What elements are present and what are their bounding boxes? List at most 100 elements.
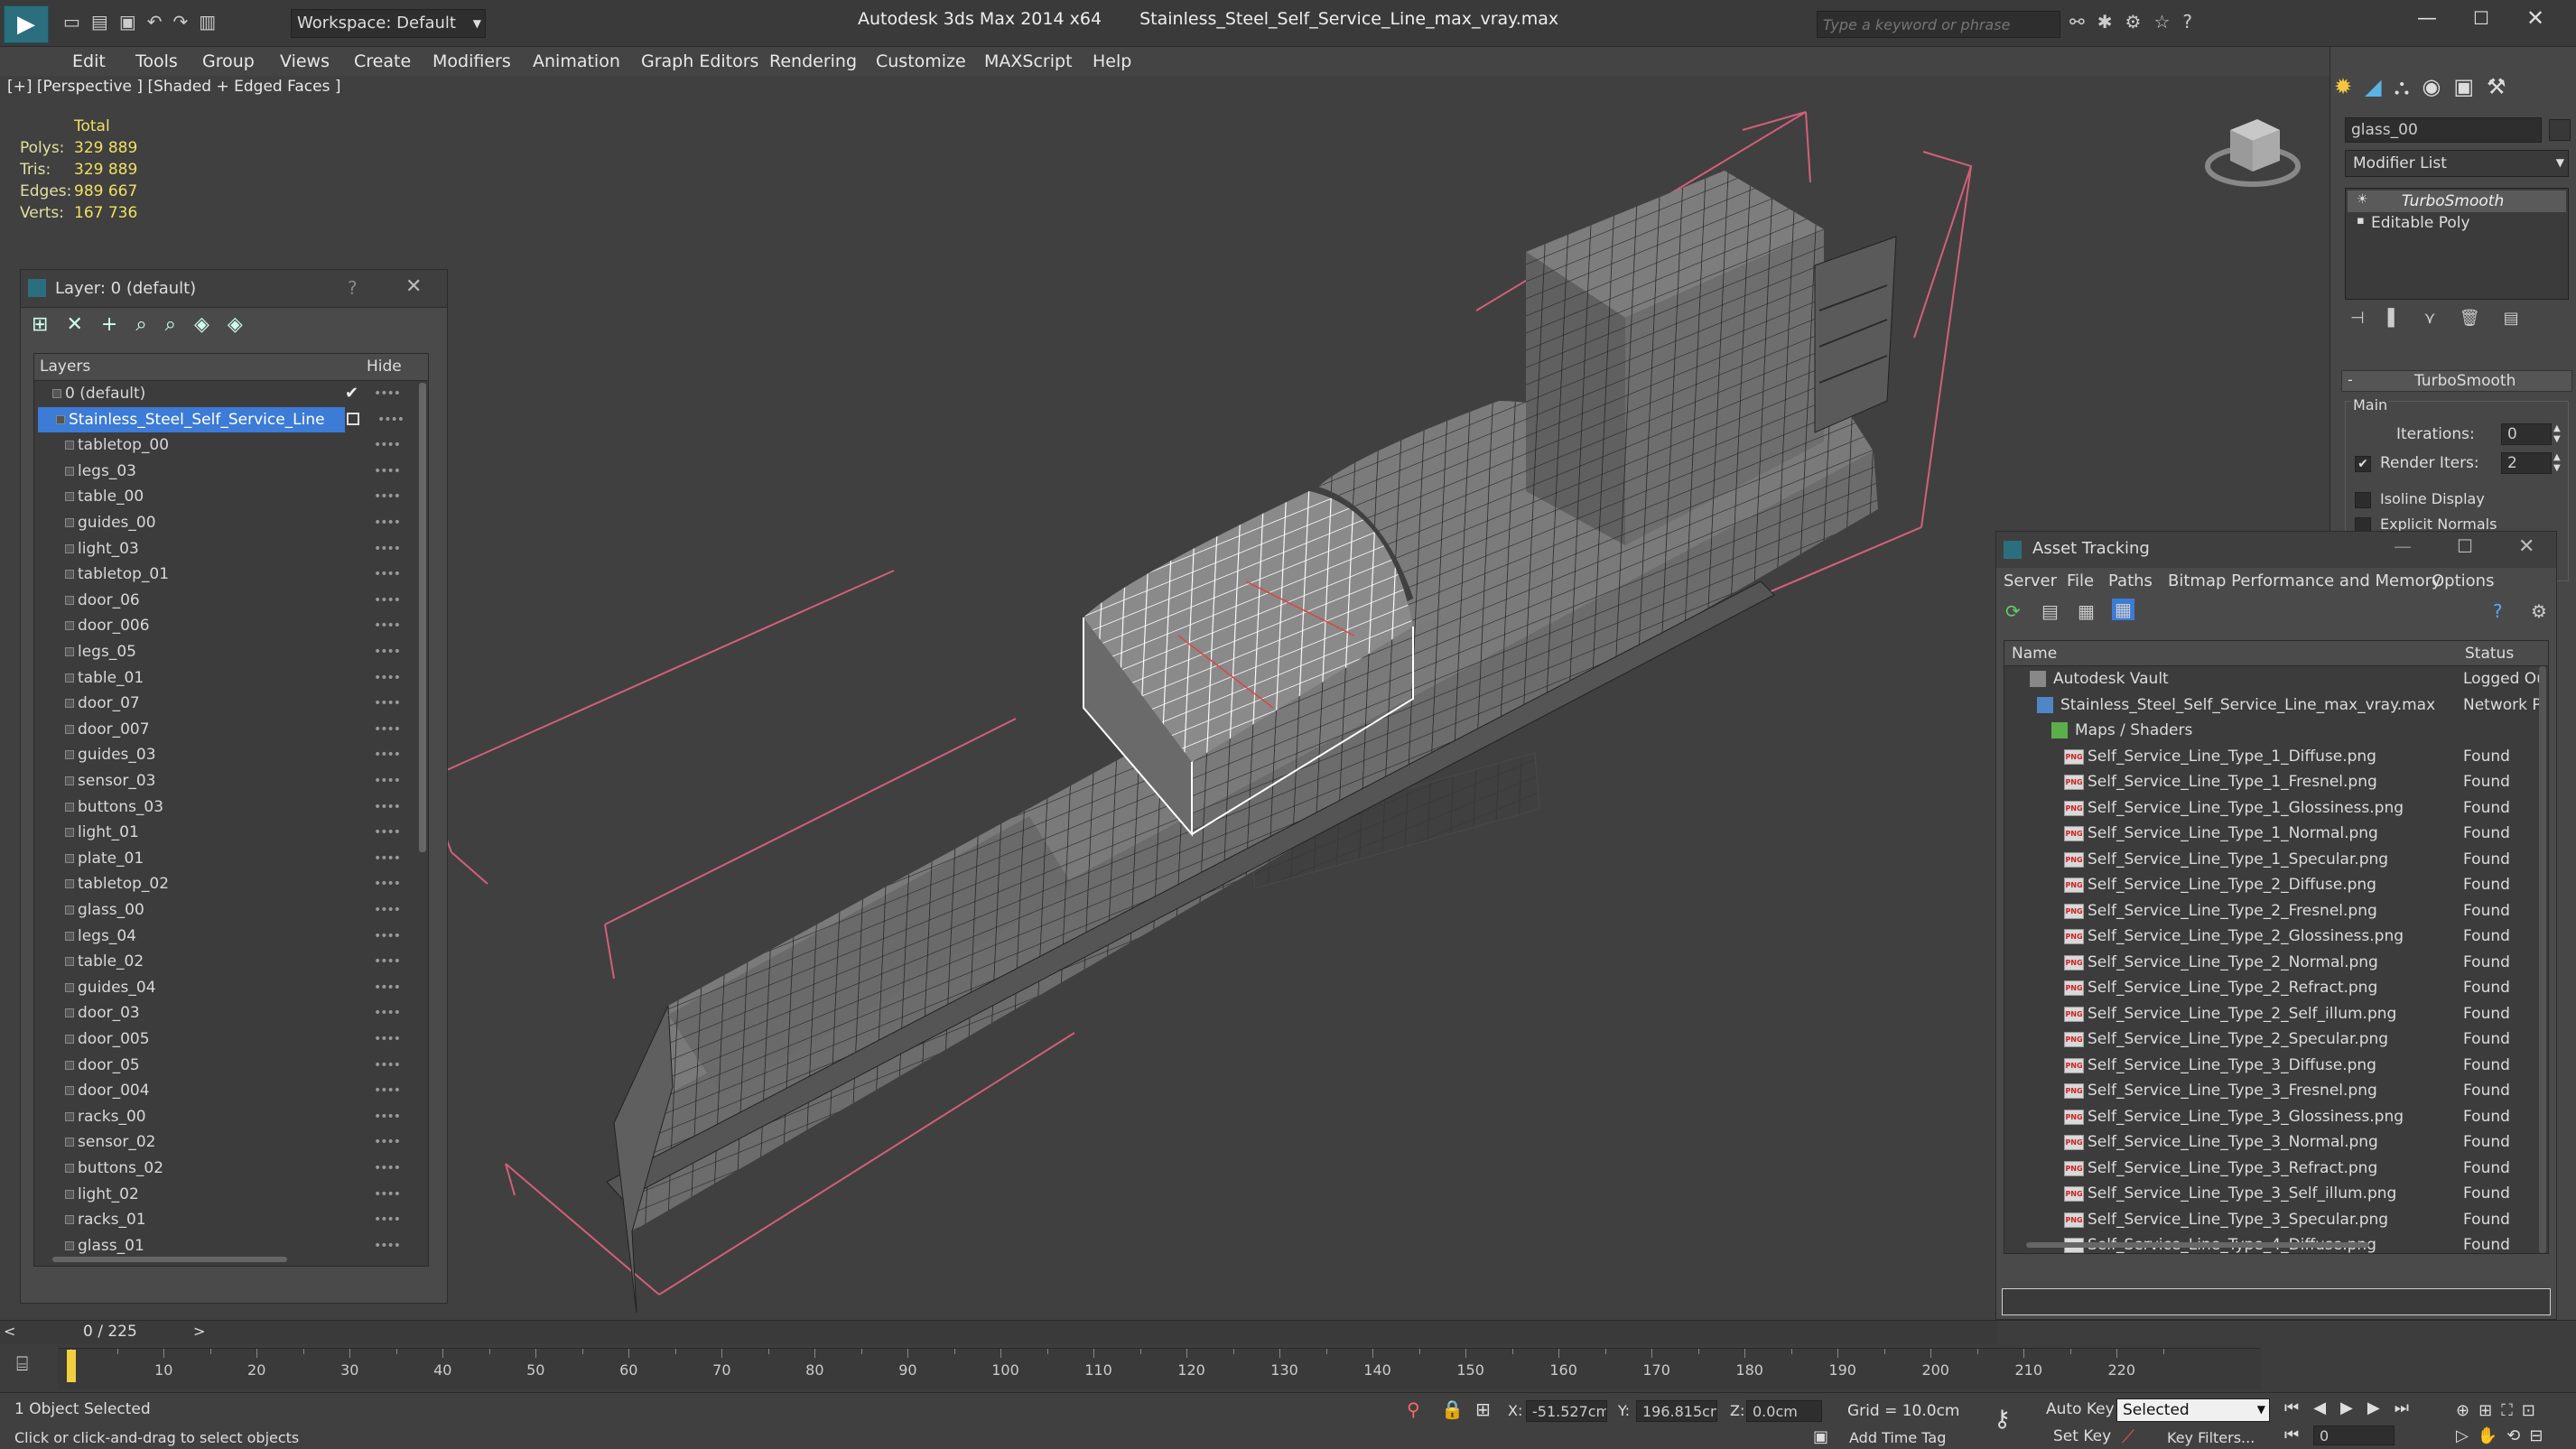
layer-row[interactable]: guides_04 •••• [34,975,428,1000]
go-to-start-icon[interactable]: ⏮ [2284,1398,2313,1417]
x-coordinate-field[interactable] [1526,1400,1607,1422]
key-filters-button[interactable]: Key Filters... [2167,1429,2255,1446]
go-to-end-icon[interactable]: ⏭ [2395,1398,2423,1417]
zoom-extents-icon[interactable]: ⛶ [2501,1401,2522,1420]
render-iters-spinner[interactable] [2501,452,2552,474]
asset-row[interactable]: PNG Self_Service_Line_Type_2_Self_illum.p… [2004,1001,2548,1027]
asset-menu-server[interactable]: Server [2004,571,2057,590]
hide-toggle[interactable]: •••• [374,871,401,896]
menu-customize[interactable]: Customize [876,47,966,76]
asset-row[interactable]: PNG Self_Service_Line_Type_2_Glossiness.p… [2004,924,2548,950]
layer-row[interactable]: buttons_02 •••• [34,1156,428,1181]
add-time-tag[interactable]: Add Time Tag [1849,1429,1946,1446]
asset-tracking-window[interactable]: Asset Tracking — ☐ ✕ Server File Paths B… [1995,531,2557,1320]
show-end-result-icon[interactable]: ▌ [2388,309,2424,328]
layer-scrollbar[interactable] [419,383,426,852]
communication-icon[interactable]: ⚙ [2125,11,2154,33]
auto-key-button[interactable]: Auto Key [2046,1400,2115,1418]
asset-minimize-button[interactable]: — [2394,535,2412,557]
asset-help-icon[interactable]: ? [2493,600,2503,622]
hide-toggle[interactable]: •••• [374,1000,401,1026]
y-coordinate-field[interactable] [1636,1400,1717,1422]
menu-edit[interactable]: Edit [72,47,106,76]
hide-toggle[interactable]: •••• [374,742,401,767]
asset-menu-options[interactable]: Options [2432,571,2494,590]
app-logo-icon[interactable]: ▶ [4,5,49,43]
layer-help-button[interactable]: ? [348,277,358,299]
hide-all-icon[interactable]: ◈ [194,313,228,336]
prev-frame-icon[interactable]: < [4,1323,15,1340]
layer-row[interactable]: guides_03 •••• [34,742,428,767]
asset-row[interactable]: PNG Self_Service_Line_Type_3_Self_illum.p… [2004,1181,2548,1207]
layer-row[interactable]: racks_01 •••• [34,1207,428,1232]
modifier-list-dropdown[interactable]: Modifier List ▼ [2345,150,2569,177]
play-icon[interactable]: ▶ [2340,1398,2367,1417]
highlight-layer-icon[interactable]: ⌕ [165,313,194,336]
create-layer-icon[interactable]: ⊞ [32,313,66,336]
hide-toggle[interactable]: •••• [374,975,401,1000]
help-icon[interactable]: ? [2182,11,2205,33]
absolute-mode-icon[interactable]: ⊞ [1475,1398,1491,1420]
hide-toggle[interactable]: •••• [374,1026,401,1052]
layer-row[interactable]: legs_05 •••• [34,639,428,664]
menu-create[interactable]: Create [354,47,411,76]
redo-icon[interactable]: ↷ [172,11,199,33]
asset-row[interactable]: PNG Self_Service_Line_Type_3_Glossiness.p… [2004,1104,2548,1130]
iterations-spinner[interactable] [2501,423,2552,445]
layer-row[interactable]: plate_01 •••• [34,846,428,871]
asset-row[interactable]: Autodesk Vault Logged Ou [2004,666,2548,692]
utilities-tab-icon[interactable]: ⚒ [2487,74,2519,99]
hide-toggle[interactable]: •••• [374,1233,401,1259]
layer-row[interactable]: sensor_03 •••• [34,768,428,794]
field-of-view-icon[interactable]: ▷ [2456,1426,2478,1445]
project-folder-icon[interactable]: ▥ [199,11,227,33]
asset-path-field[interactable] [2002,1288,2551,1315]
frame-counter[interactable]: 0 / 225 [83,1323,137,1341]
track-bar[interactable]: 10 20 30 40 50 60 70 80 90 100 110 120 130 140 150 160 1… [58,1348,2261,1389]
undo-icon[interactable]: ↶ [147,11,173,33]
refresh-icon[interactable]: ⟳ [2005,600,2021,622]
key-icon[interactable]: ⚷ [1994,1406,2011,1433]
layer-row[interactable]: sensor_02 •••• [34,1129,428,1155]
asset-settings-icon[interactable]: ⚙ [2531,600,2547,622]
expand-icon[interactable]: ▪ [2357,214,2365,228]
isoline-checkbox[interactable] [2355,492,2371,508]
layer-row[interactable]: door_06 •••• [34,588,428,613]
layer-row-group[interactable]: Stainless_Steel_Self_Service_Line •••• [38,406,405,432]
asset-row[interactable]: Stainless_Steel_Self_Service_Line_max_vr… [2004,692,2548,719]
workspace-dropdown[interactable]: Workspace: Default ▼ [291,9,486,38]
hide-toggle[interactable]: •••• [374,1129,401,1155]
time-slider-bar[interactable]: < 0 / 225 > ⌸ 10 20 30 40 50 60 70 80 90 100 110 12… [0,1320,2576,1392]
select-in-layer-icon[interactable]: ⌕ [135,313,164,336]
layer-row[interactable]: light_03 •••• [34,536,428,562]
lightbulb-icon[interactable]: ☀ [2357,192,2368,207]
asset-row[interactable]: PNG Self_Service_Line_Type_3_Specular.png… [2004,1207,2548,1233]
hide-toggle[interactable]: •••• [374,639,401,664]
hierarchy-tab-icon[interactable]: ⛬ [2395,74,2423,99]
motion-tab-icon[interactable]: ◉ [2422,74,2453,99]
hide-toggle[interactable]: •••• [374,588,401,613]
asset-row[interactable]: PNG Self_Service_Line_Type_1_Normal.png Fo… [2004,821,2548,847]
hide-toggle[interactable]: •••• [374,1207,401,1232]
set-key-button[interactable]: Set Key [2053,1427,2111,1445]
hide-toggle[interactable]: •••• [374,459,401,484]
asset-close-button[interactable]: ✕ [2518,535,2534,558]
z-coordinate-field[interactable] [1746,1400,1822,1422]
layer-row[interactable]: door_03 •••• [34,1000,428,1026]
maximize-button[interactable]: ☐ [2463,7,2499,34]
hide-toggle[interactable]: •••• [374,794,401,820]
hide-toggle[interactable]: •••• [374,820,401,845]
hide-toggle[interactable]: •••• [374,846,401,871]
open-file-icon[interactable]: ▤ [91,11,119,33]
asset-row[interactable]: PNG Self_Service_Line_Type_2_Refract.png F… [2004,975,2548,1001]
asset-row[interactable]: PNG Self_Service_Line_Type_2_Diffuse.png F… [2004,872,2548,898]
menu-views[interactable]: Views [280,47,330,76]
remove-modifier-icon[interactable]: 🗑 [2460,309,2504,328]
layer-hscrollbar[interactable] [52,1257,287,1262]
layer-row[interactable]: light_01 •••• [34,820,428,845]
hide-toggle[interactable]: •••• [374,949,401,974]
layer-row[interactable]: table_00 •••• [34,484,428,509]
hide-toggle[interactable]: •••• [374,768,401,794]
layers-column-header[interactable]: Layers [40,358,90,376]
layer-manager-titlebar[interactable]: Layer: 0 (default) ? ✕ [21,270,447,308]
